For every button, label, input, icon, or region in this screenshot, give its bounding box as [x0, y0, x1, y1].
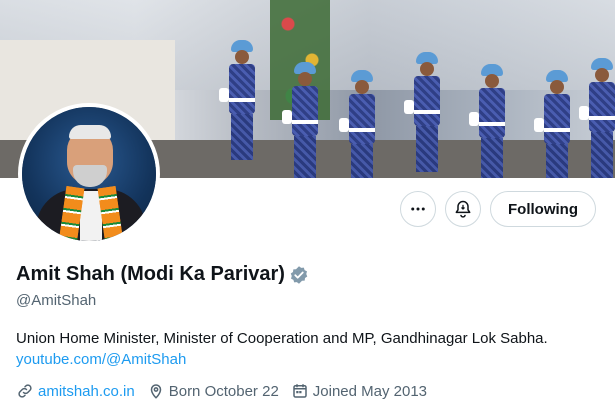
bell-notification-icon: [455, 200, 471, 218]
notifications-button[interactable]: [445, 191, 481, 227]
birthday-item: Born October 22: [147, 382, 279, 400]
link-icon: [18, 384, 32, 398]
banner-marcher: [282, 62, 322, 178]
banner-marcher: [219, 40, 259, 160]
name-row: Amit Shah (Modi Ka Parivar): [16, 263, 309, 286]
banner-marcher: [534, 70, 574, 178]
website-link[interactable]: amitshah.co.in: [38, 383, 135, 400]
profile-meta: amitshah.co.in Born October 22 Joined Ma…: [16, 382, 439, 400]
more-options-button[interactable]: [400, 191, 436, 227]
following-button[interactable]: Following: [490, 191, 596, 227]
bio-link[interactable]: youtube.com/@AmitShah: [16, 351, 186, 368]
joined-text: Joined May 2013: [312, 382, 428, 400]
joined-item: Joined May 2013: [291, 382, 427, 400]
banner-marcher: [469, 64, 509, 178]
profile-avatar[interactable]: [18, 103, 160, 245]
birthday-text: Born October 22: [168, 382, 279, 400]
calendar-icon: [293, 384, 307, 398]
website-item: amitshah.co.in: [16, 382, 135, 400]
banner-marcher: [404, 52, 444, 172]
banner-marcher: [339, 70, 379, 178]
location-pin-icon: [150, 384, 161, 399]
profile-handle: @AmitShah: [16, 292, 97, 309]
verified-badge-icon[interactable]: [289, 265, 309, 285]
profile-bio: Union Home Minister, Minister of Coopera…: [16, 330, 548, 347]
display-name: Amit Shah (Modi Ka Parivar): [16, 263, 285, 285]
banner-marcher: [579, 58, 615, 178]
more-dots-icon: [411, 207, 425, 211]
